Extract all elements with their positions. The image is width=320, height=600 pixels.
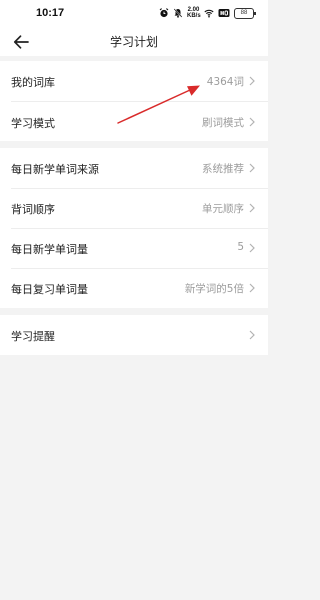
chevron-right-icon [249, 117, 255, 127]
settings-group-library: 我的词库 4364词 学习模式 刷词模式 [0, 61, 268, 141]
hd-signal-icon [218, 9, 230, 17]
row-word-order[interactable]: 背词顺序 单元顺序 [0, 188, 268, 228]
row-value: 刷词模式 [202, 117, 244, 129]
chevron-right-icon [249, 243, 255, 253]
row-value: 新学词的5倍 [184, 283, 244, 295]
row-label: 背词顺序 [11, 203, 55, 216]
status-time: 10:17 [36, 7, 65, 19]
network-speed-unit: KB/s [187, 13, 201, 19]
chevron-right-icon [249, 283, 255, 293]
row-label: 学习模式 [11, 117, 55, 130]
status-icons: 2.00 KB/s 88 [159, 7, 256, 19]
battery-level: 88 [240, 9, 248, 16]
row-label: 每日复习单词量 [11, 283, 88, 296]
settings-group-daily: 每日新学单词来源 系统推荐 背词顺序 单元顺序 每日新学单词量 5 每日复习单词… [0, 148, 268, 308]
wifi-icon [204, 9, 214, 18]
row-daily-review-count[interactable]: 每日复习单词量 新学词的5倍 [0, 268, 268, 308]
row-my-wordbank[interactable]: 我的词库 4364词 [0, 61, 268, 101]
chevron-right-icon [249, 330, 255, 340]
chevron-right-icon [249, 203, 255, 213]
alarm-icon [159, 8, 169, 18]
row-label: 每日新学单词量 [11, 243, 88, 256]
mute-bell-icon [173, 8, 183, 18]
row-new-word-source[interactable]: 每日新学单词来源 系统推荐 [0, 148, 268, 188]
row-label: 我的词库 [11, 76, 55, 89]
page-title: 学习计划 [109, 35, 158, 49]
chevron-right-icon [249, 76, 255, 86]
row-value: 4364词 [206, 76, 244, 88]
chevron-right-icon [249, 163, 255, 173]
row-label: 学习提醒 [11, 330, 55, 343]
row-value: 5 [237, 241, 244, 253]
row-study-reminder[interactable]: 学习提醒 [0, 315, 268, 355]
settings-group-reminder: 学习提醒 [0, 315, 268, 355]
status-bar: 10:17 2.00 KB/s 88 [0, 0, 268, 28]
row-value: 系统推荐 [202, 163, 244, 175]
battery-indicator: 88 [234, 7, 256, 19]
row-daily-new-count[interactable]: 每日新学单词量 5 [0, 228, 268, 268]
network-speed: 2.00 KB/s [187, 7, 201, 19]
row-study-mode[interactable]: 学习模式 刷词模式 [0, 102, 268, 142]
top-nav-bar: 学习计划 [0, 28, 268, 56]
row-value: 单元顺序 [202, 203, 244, 215]
row-label: 每日新学单词来源 [11, 163, 99, 176]
